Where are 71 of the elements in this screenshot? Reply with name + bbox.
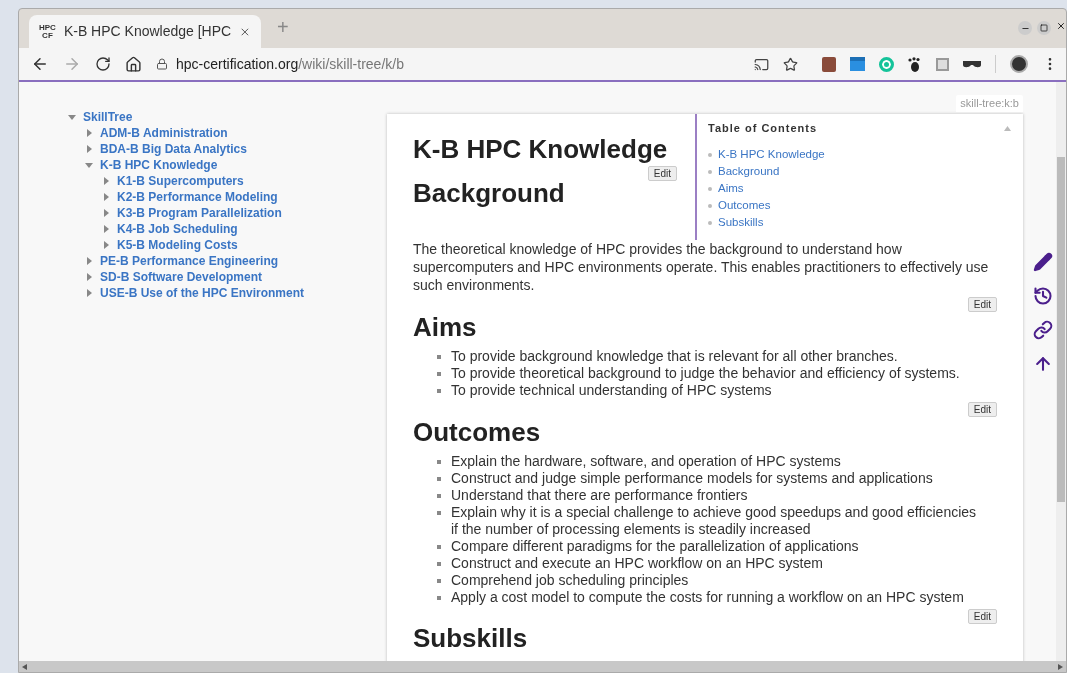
section-heading: Aims (413, 312, 478, 342)
tree-link[interactable]: K5-B Modeling Costs (117, 236, 238, 254)
lock-icon (156, 58, 168, 70)
forward-icon[interactable] (63, 55, 81, 73)
favicon-text: HPC (39, 23, 56, 32)
home-icon[interactable] (125, 55, 142, 73)
edit-button[interactable]: Edit (967, 609, 997, 624)
list-item: Construct and execute an HPC workflow on an HPC system (451, 555, 824, 572)
list-item: To provide background knowledge that is relevant for all other branches. (451, 348, 899, 365)
toc-link[interactable]: Background (718, 163, 780, 180)
list-item: Explain the hardware, software, and operation of HPC systems (451, 453, 842, 470)
expanded-triangle-icon[interactable] (68, 113, 76, 121)
page-title: K-B HPC Knowledge (413, 134, 668, 164)
toc-link[interactable]: Outcomes (718, 197, 771, 214)
tree-link[interactable]: USE-B Use of the HPC Environment (100, 284, 305, 302)
tree-link[interactable]: SkillTree (83, 108, 133, 126)
footprint-icon[interactable] (908, 56, 922, 72)
paragraph: The theoretical knowledge of HPC provides the background to understand how supercomputers and HPC environments operate. This enables practitioners to effectively use such environments. (413, 240, 990, 294)
horizontal-scrollbar[interactable] (19, 661, 1066, 672)
edit-page-icon[interactable] (1033, 252, 1053, 272)
expanded-triangle-icon[interactable] (85, 161, 93, 169)
tree-link[interactable]: SD-B Software Development (100, 268, 263, 286)
section-heading: Outcomes (413, 417, 542, 447)
favicon-text: CF (42, 31, 53, 40)
reload-icon[interactable] (95, 56, 111, 72)
tree-link[interactable]: PE-B Performance Engineering (100, 252, 279, 270)
page-id-label: skill-tree:k:b (956, 95, 1023, 112)
edit-button[interactable]: Edit (967, 297, 997, 312)
section-heading: Background (413, 178, 565, 208)
list-item: Apply a cost model to compute the costs for running a workflow on an HPC system (451, 589, 965, 606)
link-icon[interactable] (1033, 320, 1053, 340)
edit-button[interactable]: Edit (647, 166, 677, 181)
toc-link[interactable]: Aims (718, 180, 744, 197)
avatar[interactable] (1010, 55, 1028, 73)
edit-button[interactable]: Edit (967, 402, 997, 417)
cast-icon[interactable] (754, 56, 769, 72)
url-text: hpc-certification.org/wiki/skill-tree/k/b (176, 54, 404, 74)
tree-link[interactable]: K1-B Supercomputers (117, 172, 244, 190)
minimize-button[interactable] (1018, 21, 1032, 35)
list-item: Explain why it is a special challenge to achieve good speedups and good efficiencies if the number of processing elements is steadily increased (451, 504, 978, 538)
back-icon[interactable] (31, 55, 49, 73)
back-to-top-icon[interactable] (1033, 354, 1053, 374)
tree-link[interactable]: K2-B Performance Modeling (117, 188, 278, 206)
new-tab-button[interactable]: + (277, 12, 289, 42)
history-icon[interactable] (1033, 286, 1053, 306)
list-item: To provide technical understanding of HPC systems (451, 382, 773, 399)
toc-link[interactable]: K-B HPC Knowledge (718, 146, 825, 163)
tab-title: K-B HPC Knowledge [HPC (63, 22, 232, 41)
maximize-icon (1040, 24, 1048, 32)
square-extension-icon[interactable] (936, 57, 949, 71)
list-item: Compare different paradigms for the parallelization of applications (451, 538, 860, 555)
list-item: Understand that there are performance frontiers (451, 487, 749, 504)
tree-link[interactable]: K-B HPC Knowledge (100, 156, 218, 174)
list-item: Construct and judge simple performance models for systems and applications (451, 470, 934, 487)
bookmark-star-icon[interactable] (783, 56, 798, 72)
circle-extension-icon[interactable] (879, 56, 894, 72)
close-icon[interactable] (1056, 21, 1066, 31)
vertical-scrollbar[interactable] (1056, 82, 1066, 661)
toc-title: Table of Contents (708, 121, 818, 136)
mask-icon[interactable] (963, 59, 981, 69)
tree-link[interactable]: BDA-B Big Data Analytics (100, 140, 247, 158)
tree-link[interactable]: ADM-B Administration (100, 124, 228, 142)
section-heading: Subskills (413, 624, 529, 652)
tree-link[interactable]: K4-B Job Scheduling (117, 220, 238, 238)
list-item: To provide theoretical background to judge the behavior and efficiency of systems. (451, 365, 961, 382)
list-item: Comprehend job scheduling principles (451, 572, 690, 589)
scroll-right-icon[interactable] (1058, 663, 1063, 670)
toc-link[interactable]: Subskills (718, 214, 764, 231)
scroll-left-icon[interactable] (22, 663, 27, 670)
tree-link[interactable]: K3-B Program Parallelization (117, 204, 282, 222)
maximize-button[interactable] (1037, 21, 1051, 35)
